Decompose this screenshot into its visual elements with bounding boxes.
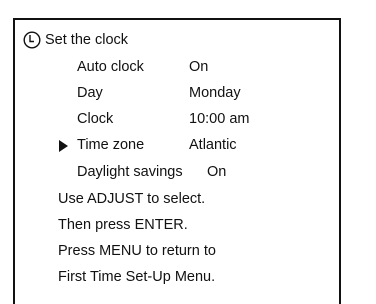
setting-label: Clock — [77, 111, 114, 127]
instruction-line: Use ADJUST to select. — [58, 191, 206, 207]
setting-label: Time zone — [77, 137, 145, 153]
setting-label: Auto clock — [77, 59, 144, 75]
instruction-line: Then press ENTER. — [58, 217, 188, 233]
setting-label: Day — [77, 85, 103, 101]
setting-label: Daylight savings — [77, 164, 183, 180]
selection-pointer-icon — [59, 140, 68, 152]
clock-icon — [23, 31, 41, 49]
clock-setup-menu: Set the clock Auto clock On Day Monday C… — [13, 18, 341, 304]
setting-value: Atlantic — [189, 137, 237, 153]
setting-value: 10:00 am — [189, 111, 250, 127]
instruction-line: Press MENU to return to — [58, 243, 216, 259]
setting-value: On — [189, 59, 209, 75]
setting-value: Monday — [189, 85, 241, 101]
instruction-line: First Time Set-Up Menu. — [58, 269, 216, 285]
menu-title: Set the clock — [45, 32, 129, 48]
setting-value: On — [207, 164, 227, 180]
